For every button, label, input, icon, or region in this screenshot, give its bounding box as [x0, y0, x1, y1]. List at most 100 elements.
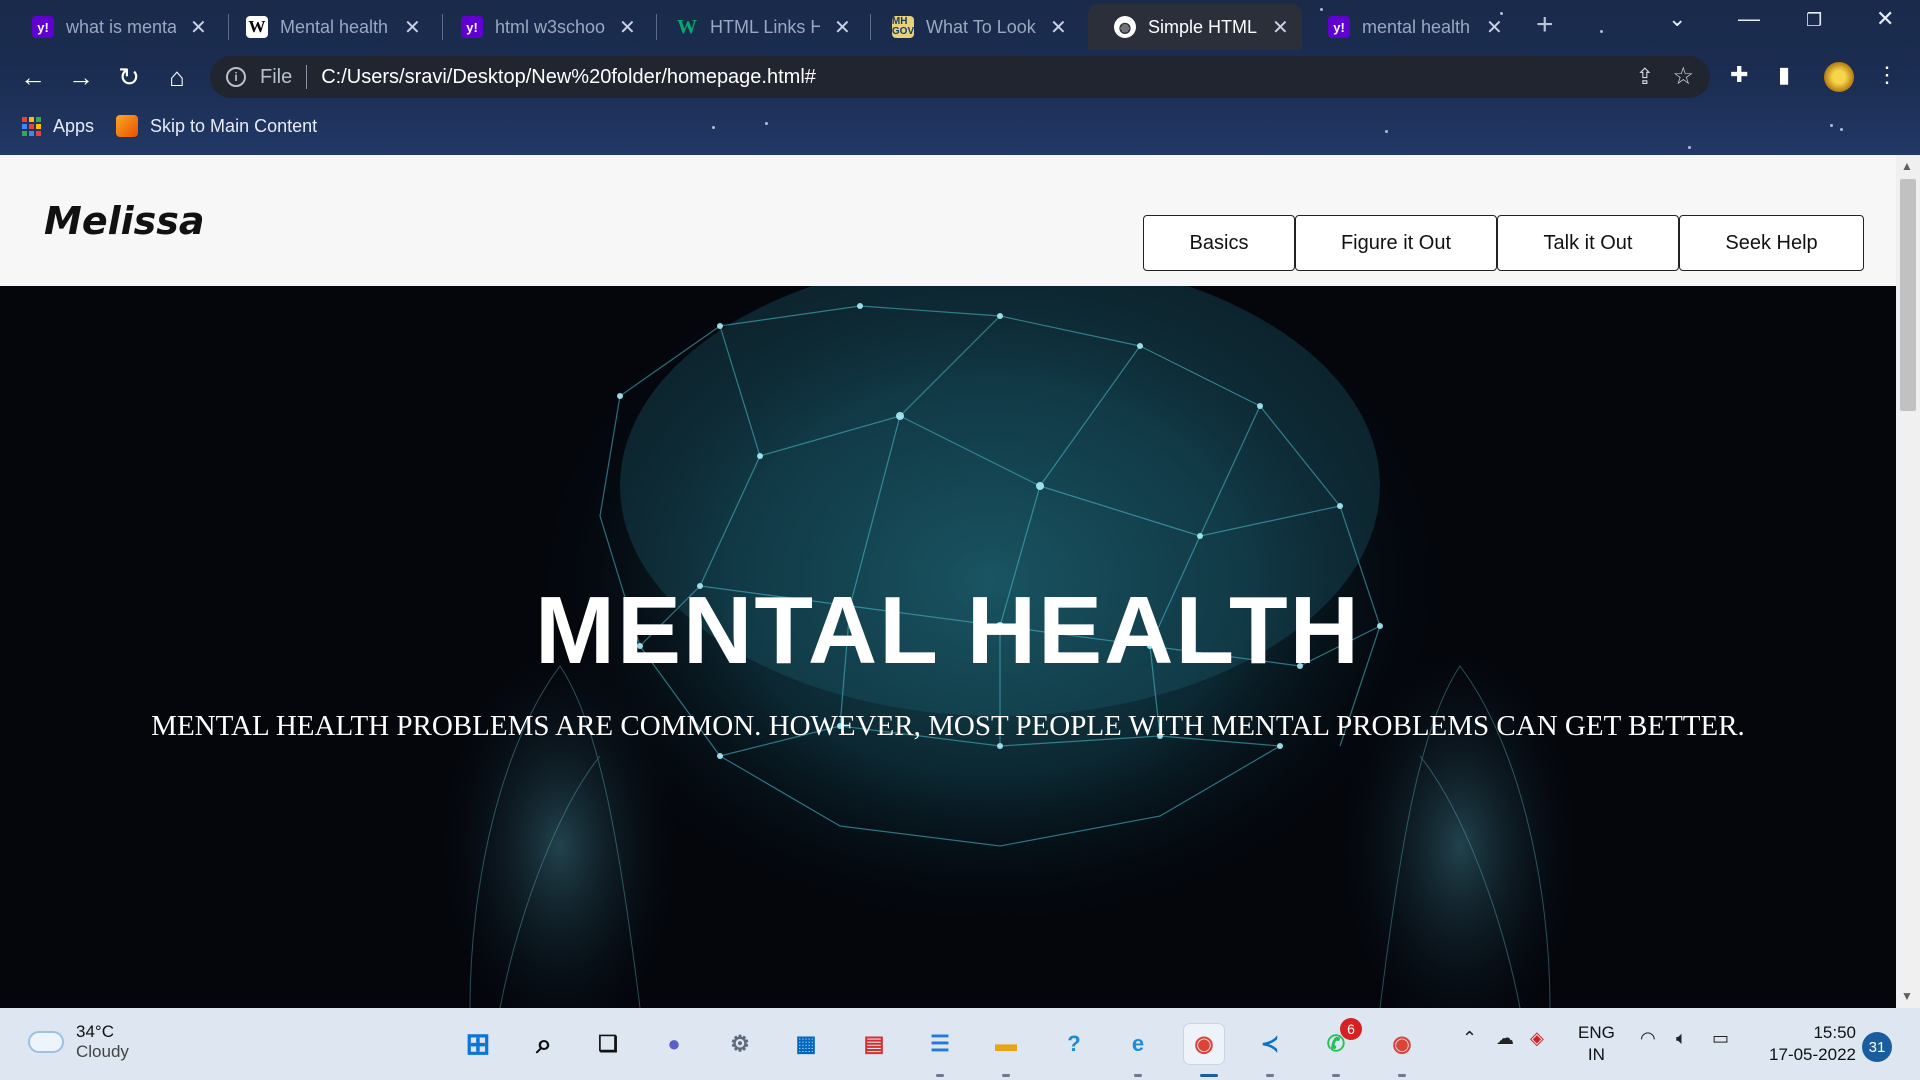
tab-title: what is mental — [66, 16, 176, 37]
bookmarks-bar: Apps Skip to Main Content — [0, 108, 1920, 144]
globe-icon: ◍ — [1114, 16, 1136, 38]
hero-title: MENTAL HEALTH — [535, 577, 1361, 684]
hero-subtitle: MENTAL HEALTH PROBLEMS ARE COMMON. HOWEV… — [151, 710, 1745, 742]
url-text[interactable]: C:/Users/sravi/Desktop/New%20folder/home… — [321, 66, 816, 89]
menu-kebab-icon[interactable]: ⋮ — [1876, 62, 1898, 88]
close-icon[interactable]: ✕ — [404, 15, 421, 40]
nav-figure-it-out[interactable]: Figure it Out — [1295, 215, 1497, 271]
reload-button[interactable]: ↻ — [110, 58, 148, 96]
clock-time: 15:50 — [1813, 1023, 1856, 1042]
show-hidden-icons-chevron-icon[interactable]: ⌃ — [1462, 1028, 1477, 1049]
vscode-icon[interactable]: ≺ — [1250, 1024, 1290, 1064]
site-logo[interactable]: Melissa — [44, 199, 205, 243]
yahoo-icon: y! — [461, 16, 483, 38]
w3schools-icon: W — [677, 15, 697, 38]
cube-icon — [116, 115, 139, 137]
tab-mental-health-yahoo[interactable]: y! mental health ✕ — [1302, 4, 1516, 50]
edge-icon[interactable]: e — [1118, 1024, 1158, 1064]
bookmark-apps[interactable]: Apps — [22, 116, 94, 137]
clock-date: 17-05-2022 — [1769, 1045, 1856, 1064]
home-button[interactable]: ⌂ — [158, 58, 196, 96]
get-help-icon[interactable]: ? — [1054, 1024, 1094, 1064]
windows-taskbar: 34°C Cloudy ⊞ ⌕ ❏ ● ⚙ ▦ ▤ ☰ ▬ ? e ◉ ≺ ✆ … — [0, 1008, 1920, 1080]
tab-what-is-mental[interactable]: y! what is mental ✕ — [6, 4, 226, 50]
tab-title: What To Look — [926, 16, 1036, 37]
whatsapp-badge: 6 — [1340, 1018, 1362, 1040]
page-viewport: Melissa Basics Figure it Out Talk it Out… — [0, 155, 1920, 1008]
tab-title: Simple HTML I — [1148, 16, 1258, 37]
bookmark-skip-to-main[interactable]: Skip to Main Content — [116, 115, 317, 137]
nav-seek-help[interactable]: Seek Help — [1679, 215, 1864, 271]
restore-button[interactable]: ❐ — [1806, 10, 1822, 31]
language-indicator[interactable]: ENG IN — [1578, 1022, 1615, 1066]
tab-title: html w3school — [495, 16, 605, 37]
close-icon[interactable]: ✕ — [1486, 15, 1503, 40]
bookmark-label: Apps — [53, 115, 95, 136]
weather-temp: 34°C — [76, 1022, 114, 1041]
browser-chrome: y! what is mental ✕ W Mental health ✕ y!… — [0, 0, 1920, 155]
scheme-label: File — [260, 65, 293, 88]
microsoft-store-icon[interactable]: ▦ — [786, 1024, 826, 1064]
side-panel-icon[interactable]: ▮ — [1778, 62, 1790, 88]
weather-widget[interactable]: 34°C Cloudy — [28, 1022, 129, 1062]
clock[interactable]: 15:50 17-05-2022 — [1756, 1022, 1856, 1066]
share-icon[interactable]: ⇪ — [1636, 64, 1654, 90]
close-icon[interactable]: ✕ — [1050, 15, 1067, 40]
profile-avatar[interactable] — [1824, 62, 1854, 92]
close-icon[interactable]: ✕ — [834, 15, 851, 40]
volume-icon[interactable]: 🔈︎ — [1676, 1028, 1687, 1049]
scrollbar-thumb[interactable] — [1900, 179, 1916, 411]
tab-mental-health-wiki[interactable]: W Mental health ✕ — [220, 4, 440, 50]
close-icon[interactable]: ✕ — [619, 15, 636, 40]
yahoo-icon: y! — [32, 16, 54, 38]
close-window-button[interactable]: ✕ — [1876, 6, 1894, 32]
tab-title: HTML Links Hy — [710, 16, 820, 37]
tab-search-chevron-icon[interactable]: ⌄ — [1668, 6, 1686, 32]
news-icon[interactable]: ▤ — [854, 1024, 894, 1064]
site-header: Melissa Basics Figure it Out Talk it Out… — [0, 155, 1896, 286]
yahoo-icon: y! — [1328, 16, 1350, 38]
tab-what-to-look[interactable]: MH GOV What To Look ✕ — [866, 4, 1086, 50]
notepad-icon[interactable]: ☰ — [920, 1024, 960, 1064]
antivirus-tray-icon[interactable]: ◈ — [1530, 1028, 1544, 1049]
onedrive-cloud-icon[interactable]: ☁ — [1496, 1028, 1514, 1049]
battery-icon[interactable]: ▭ — [1712, 1028, 1729, 1049]
extensions-icon[interactable]: ✚ — [1730, 62, 1748, 88]
settings-gear-icon[interactable]: ⚙ — [720, 1024, 760, 1064]
tab-simple-html-active[interactable]: ◍ Simple HTML I ✕ — [1088, 4, 1302, 50]
address-bar[interactable]: i File C:/Users/sravi/Desktop/New%20fold… — [210, 56, 1710, 98]
chat-icon[interactable]: ● — [654, 1024, 694, 1064]
tab-html-links[interactable]: W HTML Links Hy ✕ — [650, 4, 870, 50]
close-icon[interactable]: ✕ — [1272, 15, 1289, 40]
tab-title: Mental health — [280, 16, 389, 37]
scroll-up-icon[interactable]: ▲ — [1901, 159, 1913, 173]
tab-title: mental health — [1362, 16, 1471, 37]
wifi-icon[interactable]: ◠ — [1640, 1028, 1656, 1049]
info-icon[interactable]: i — [226, 67, 246, 87]
task-view-icon[interactable]: ❏ — [588, 1024, 628, 1064]
file-explorer-icon[interactable]: ▬ — [986, 1024, 1026, 1064]
cloud-icon — [28, 1031, 64, 1053]
start-windows-icon[interactable]: ⊞ — [458, 1024, 498, 1064]
new-tab-button[interactable]: + — [1536, 8, 1554, 42]
notification-badge[interactable]: 31 — [1862, 1032, 1892, 1062]
bookmark-star-icon[interactable]: ☆ — [1672, 62, 1694, 91]
close-icon[interactable]: ✕ — [190, 15, 207, 40]
minimize-button[interactable]: — — [1738, 6, 1760, 32]
nav-basics[interactable]: Basics — [1143, 215, 1295, 271]
tab-strip: y! what is mental ✕ W Mental health ✕ y!… — [0, 0, 1920, 50]
search-icon[interactable]: ⌕ — [524, 1024, 564, 1064]
hero-banner: MENTAL HEALTH MENTAL HEALTH PROBLEMS ARE… — [0, 286, 1896, 1008]
back-button[interactable]: ← — [14, 58, 52, 96]
page-scrollbar[interactable]: ▲ ▼ — [1896, 155, 1920, 1008]
weather-condition: Cloudy — [76, 1042, 129, 1061]
mhgov-icon: MH GOV — [891, 16, 915, 38]
nav-talk-it-out[interactable]: Talk it Out — [1497, 215, 1679, 271]
scroll-down-icon[interactable]: ▼ — [1901, 989, 1913, 1003]
chrome-profile-icon[interactable]: ◉ — [1382, 1024, 1422, 1064]
tab-html-w3school[interactable]: y! html w3school ✕ — [435, 4, 655, 50]
apps-grid-icon — [22, 116, 41, 136]
bookmark-label: Skip to Main Content — [150, 115, 318, 136]
forward-button[interactable]: → — [62, 58, 100, 96]
chrome-icon[interactable]: ◉ — [1184, 1024, 1224, 1064]
